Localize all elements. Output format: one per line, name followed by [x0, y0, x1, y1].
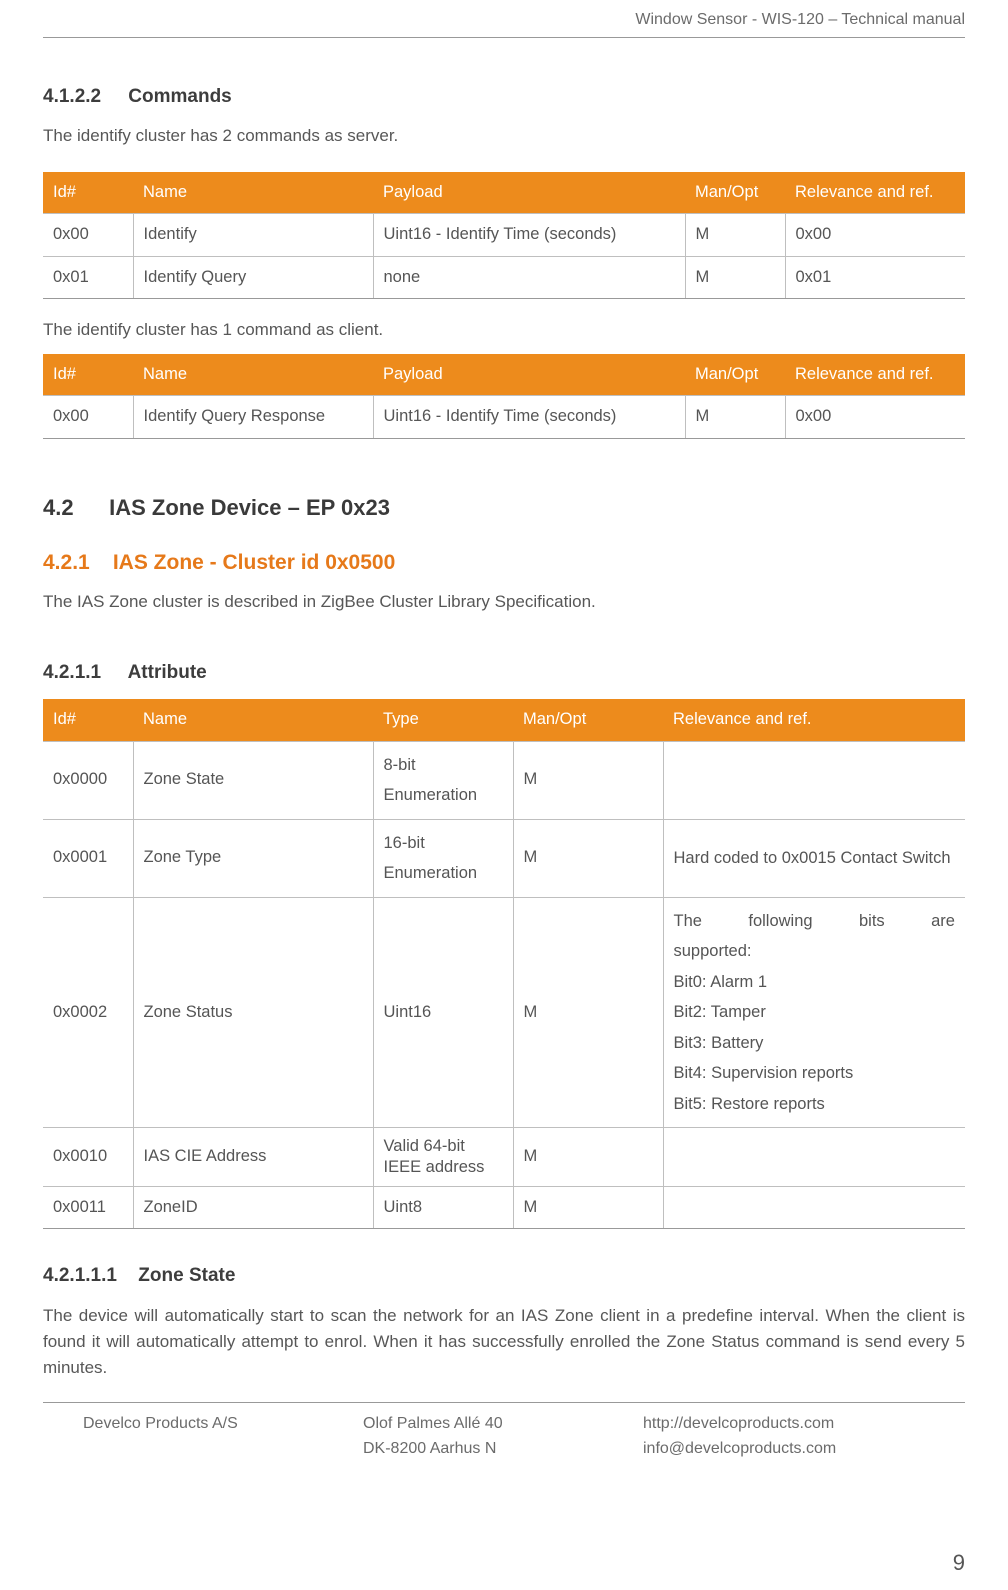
cell-id: 0x0010 [43, 1128, 133, 1186]
col-name: Name [133, 172, 373, 214]
cell-rel: Hard coded to 0x0015 Contact Switch [663, 819, 965, 897]
table-row: 0x00 Identify Query Response Uint16 - Id… [43, 396, 965, 439]
cell-type: Uint8 [373, 1186, 513, 1229]
table-row: 0x0011 ZoneID Uint8 M [43, 1186, 965, 1229]
section-4-2-heading: 4.2 IAS Zone Device – EP 0x23 [43, 491, 965, 525]
cell-id: 0x00 [43, 396, 133, 439]
table-row: 0x01 Identify Query none M 0x01 [43, 256, 965, 299]
cell-manopt: M [685, 256, 785, 299]
footer-address-line-1: Olof Palmes Allé 40 [363, 1411, 633, 1437]
col-rel: Relevance and ref. [663, 699, 965, 741]
section-title: IAS Zone - Cluster id 0x0500 [113, 551, 395, 574]
cell-type: Uint16 [373, 897, 513, 1128]
cell-rel: 0x00 [785, 214, 965, 257]
cell-type: Valid 64-bit IEEE address [373, 1128, 513, 1186]
zone-state-paragraph: The device will automatically start to s… [43, 1303, 965, 1382]
cell-manopt: M [685, 214, 785, 257]
col-name: Name [133, 354, 373, 396]
cell-rel [663, 1186, 965, 1229]
footer-company: Develco Products A/S [83, 1411, 353, 1462]
cell-id: 0x0011 [43, 1186, 133, 1229]
cell-rel [663, 741, 965, 819]
cell-rel: The following bits are supported: Bit0: … [663, 897, 965, 1128]
section-number: 4.2.1.1 [43, 658, 123, 687]
col-type: Type [373, 699, 513, 741]
section-4-2-1-1-1-heading: 4.2.1.1.1 Zone State [43, 1261, 965, 1290]
cell-name: Identify Query [133, 256, 373, 299]
cell-rel [663, 1128, 965, 1186]
cell-name: Zone State [133, 741, 373, 819]
section-number: 4.1.2.2 [43, 82, 123, 111]
table-row: 0x0010 IAS CIE Address Valid 64-bit IEEE… [43, 1128, 965, 1186]
col-payload: Payload [373, 172, 685, 214]
section-number: 4.2.1 [43, 547, 107, 580]
cell-payload: Uint16 - Identify Time (seconds) [373, 214, 685, 257]
cell-manopt: M [513, 1186, 663, 1229]
cell-id: 0x0001 [43, 819, 133, 897]
section-number: 4.2 [43, 491, 103, 525]
cell-type: 8-bit Enumeration [373, 741, 513, 819]
table-row: 0x00 Identify Uint16 - Identify Time (se… [43, 214, 965, 257]
table-row: 0x0002 Zone Status Uint16 M The followin… [43, 897, 965, 1128]
cell-name: Identify Query Response [133, 396, 373, 439]
cell-id: 0x0000 [43, 741, 133, 819]
attribute-table: Id# Name Type Man/Opt Relevance and ref.… [43, 699, 965, 1229]
cell-name: Zone Type [133, 819, 373, 897]
cell-payload: none [373, 256, 685, 299]
col-manopt: Man/Opt [685, 172, 785, 214]
table-row: 0x0001 Zone Type 16-bit Enumeration M Ha… [43, 819, 965, 897]
cell-manopt: M [513, 819, 663, 897]
cell-name: Identify [133, 214, 373, 257]
running-header: Window Sensor - WIS-120 – Technical manu… [43, 0, 965, 38]
col-id: Id# [43, 172, 133, 214]
commands-server-table: Id# Name Payload Man/Opt Relevance and r… [43, 172, 965, 300]
cell-id: 0x00 [43, 214, 133, 257]
col-rel: Relevance and ref. [785, 172, 965, 214]
cell-manopt: M [685, 396, 785, 439]
cell-payload: Uint16 - Identify Time (seconds) [373, 396, 685, 439]
section-title: Commands [128, 86, 231, 107]
col-manopt: Man/Opt [513, 699, 663, 741]
footer-url: http://develcoproducts.com [643, 1411, 965, 1437]
section-title: Attribute [128, 662, 207, 683]
cell-rel: 0x01 [785, 256, 965, 299]
col-rel: Relevance and ref. [785, 354, 965, 396]
col-name: Name [133, 699, 373, 741]
commands-client-table: Id# Name Payload Man/Opt Relevance and r… [43, 354, 965, 439]
col-manopt: Man/Opt [685, 354, 785, 396]
footer: Develco Products A/S Olof Palmes Allé 40… [43, 1402, 965, 1462]
table-row: 0x0000 Zone State 8-bit Enumeration M [43, 741, 965, 819]
cell-manopt: M [513, 1128, 663, 1186]
cell-manopt: M [513, 741, 663, 819]
footer-email: info@develcoproducts.com [643, 1436, 965, 1462]
commands-client-intro: The identify cluster has 1 command as cl… [43, 317, 965, 343]
footer-address-line-2: DK-8200 Aarhus N [363, 1436, 633, 1462]
section-4-2-1-1-heading: 4.2.1.1 Attribute [43, 658, 965, 687]
section-number: 4.2.1.1.1 [43, 1261, 133, 1290]
cell-id: 0x01 [43, 256, 133, 299]
cell-name: Zone Status [133, 897, 373, 1128]
section-title: Zone State [138, 1265, 235, 1286]
section-title: IAS Zone Device – EP 0x23 [109, 495, 390, 520]
cell-rel: 0x00 [785, 396, 965, 439]
col-id: Id# [43, 354, 133, 396]
section-4-2-1-heading: 4.2.1 IAS Zone - Cluster id 0x0500 [43, 547, 965, 580]
section-4-1-2-2-heading: 4.1.2.2 Commands [43, 82, 965, 111]
cell-type: 16-bit Enumeration [373, 819, 513, 897]
ias-zone-intro: The IAS Zone cluster is described in Zig… [43, 589, 965, 615]
col-id: Id# [43, 699, 133, 741]
cell-id: 0x0002 [43, 897, 133, 1128]
page-number: 9 [953, 1546, 965, 1580]
commands-server-intro: The identify cluster has 2 commands as s… [43, 123, 965, 149]
cell-name: ZoneID [133, 1186, 373, 1229]
cell-name: IAS CIE Address [133, 1128, 373, 1186]
cell-manopt: M [513, 897, 663, 1128]
col-payload: Payload [373, 354, 685, 396]
